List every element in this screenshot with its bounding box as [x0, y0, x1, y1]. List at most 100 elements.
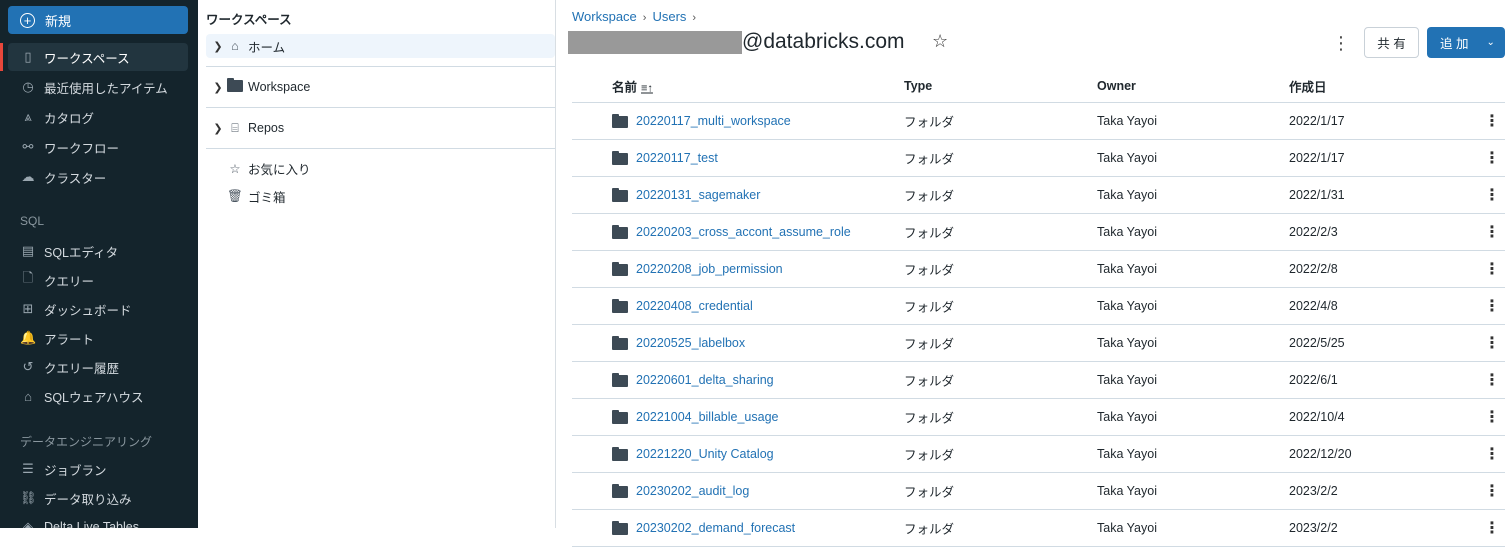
tree-item-workspace[interactable]: ❯ Workspace [206, 75, 555, 99]
folder-name-link[interactable]: 20221220_Unity Catalog [636, 447, 774, 461]
date-cell: 2023/2/2 [1289, 521, 1338, 535]
row-menu-icon[interactable]: ⋮ [1484, 222, 1500, 242]
date-cell: 2022/12/20 [1289, 447, 1352, 461]
ingest-icon: ⛓ [20, 490, 37, 505]
delta-icon: ◈ [23, 519, 33, 528]
job-runs-icon: ☰ [22, 461, 34, 476]
sidebar-item-label: カタログ [44, 111, 95, 126]
add-button[interactable]: 追 加 ⌄ [1427, 27, 1505, 58]
folder-name-link[interactable]: 20230202_demand_forecast [636, 521, 795, 535]
folder-icon [612, 373, 628, 390]
folder-name-link[interactable]: 20221004_billable_usage [636, 410, 779, 424]
tree-item-repos[interactable]: ❯ ⌸ Repos [206, 116, 555, 140]
row-menu-icon[interactable]: ⋮ [1484, 333, 1500, 353]
type-cell: フォルダ [904, 337, 955, 352]
tree-item-home[interactable]: ❯ ⌂ ホーム [206, 34, 555, 58]
table-row[interactable]: 20230202_audit_log フォルダ Taka Yayoi 2023/2/2… [572, 473, 1505, 510]
sidebar-item[interactable]: ⛓ データ取り込み [8, 484, 188, 512]
folder-name-link[interactable]: 20220117_test [636, 151, 718, 165]
sort-icon[interactable]: ≡↑ [641, 83, 653, 95]
owner-cell: Taka Yayoi [1097, 262, 1157, 276]
sidebar-item[interactable]: 🔔 アラート [8, 324, 188, 352]
tree-item-trash[interactable]: 🗑 ゴミ箱 [206, 184, 555, 208]
sidebar-item[interactable]: ↺ クエリー履歴 [8, 353, 188, 381]
more-options-icon[interactable]: ⋮ [1332, 33, 1350, 54]
row-menu-icon[interactable]: ⋮ [1484, 481, 1500, 501]
sidebar-item-label: ジョブラン [44, 463, 107, 478]
row-menu-icon[interactable]: ⋮ [1484, 370, 1500, 390]
folder-name-link[interactable]: 20220525_labelbox [636, 336, 745, 350]
share-button[interactable]: 共 有 [1364, 27, 1419, 58]
row-menu-icon[interactable]: ⋮ [1484, 518, 1500, 538]
row-menu-icon[interactable]: ⋮ [1484, 111, 1500, 131]
breadcrumb-workspace[interactable]: Workspace [572, 9, 637, 24]
chevron-right-icon: › [642, 12, 647, 24]
table-header: 名前 ≡↑ Type Owner 作成日 [572, 70, 1505, 103]
folder-name-link[interactable]: 20220117_multi_workspace [636, 114, 791, 128]
folder-name-link[interactable]: 20220601_delta_sharing [636, 373, 774, 387]
chevron-right-icon[interactable]: ❯ [206, 81, 226, 94]
row-menu-icon[interactable]: ⋮ [1484, 185, 1500, 205]
owner-cell: Taka Yayoi [1097, 299, 1157, 313]
table-row[interactable]: 20221220_Unity Catalog フォルダ Taka Yayoi 2022… [572, 436, 1505, 473]
sidebar-item[interactable]: ⌂ SQLウェアハウス [8, 382, 188, 410]
table-row[interactable]: 20230202_demand_forecast フォルダ Taka Yayoi 20… [572, 510, 1505, 547]
bell-icon: 🔔 [20, 330, 37, 345]
table-row[interactable]: 20220408_credential フォルダ Taka Yayoi 2022/4/… [572, 288, 1505, 325]
table-row[interactable]: 20220525_labelbox フォルダ Taka Yayoi 2022/5/25… [572, 325, 1505, 362]
column-header-owner[interactable]: Owner [1097, 79, 1136, 93]
sidebar-item[interactable]: ◷ 最近使用したアイテム [8, 73, 188, 101]
folder-name-link[interactable]: 20220131_sagemaker [636, 188, 760, 202]
column-header-type[interactable]: Type [904, 79, 932, 93]
folder-name-link[interactable]: 20220203_cross_accont_assume_role [636, 225, 851, 239]
table-row[interactable]: 20221004_billable_usage フォルダ Taka Yayoi 202… [572, 399, 1505, 436]
column-header-name[interactable]: 名前 ≡↑ [612, 77, 653, 96]
sidebar-item[interactable]: ⚯ ワークフロー [8, 133, 188, 161]
sidebar-item[interactable]: ▯ ワークスペース [8, 43, 188, 71]
breadcrumb-users[interactable]: Users [652, 9, 686, 24]
sidebar-item-label: クラスター [44, 171, 107, 186]
type-cell: フォルダ [904, 485, 955, 500]
tree-item-favorites[interactable]: ☆ お気に入り [206, 156, 555, 180]
sidebar-item[interactable]: ◈ Delta Live Tables [8, 513, 188, 528]
new-button[interactable]: + 新規 [8, 6, 188, 34]
star-icon: ☆ [229, 161, 241, 176]
sidebar-item-label: ワークスペース [44, 51, 130, 66]
sidebar-item-label: 最近使用したアイテム [44, 81, 168, 96]
redacted-username [568, 31, 742, 54]
folder-name-link[interactable]: 20220408_credential [636, 299, 753, 313]
date-cell: 2022/1/17 [1289, 151, 1345, 165]
table-row[interactable]: 20220203_cross_accont_assume_role フォルダ Tak… [572, 214, 1505, 251]
sidebar-item[interactable]: ⊞ ダッシュボード [8, 295, 188, 323]
sidebar-item[interactable]: 🗋 クエリー [8, 266, 188, 294]
chevron-right-icon[interactable]: ❯ [206, 122, 226, 135]
folder-name-link[interactable]: 20220208_job_permission [636, 262, 783, 276]
sidebar-item[interactable]: ▤ SQLエディタ [8, 237, 188, 265]
date-cell: 2022/1/31 [1289, 188, 1345, 202]
folder-icon [612, 447, 628, 464]
table-row[interactable]: 20220601_delta_sharing フォルダ Taka Yayoi 2022… [572, 362, 1505, 399]
table-row[interactable]: 20220117_multi_workspace フォルダ Taka Yayoi 20… [572, 103, 1505, 140]
table-row[interactable]: 20220117_test フォルダ Taka Yayoi 2022/1/17 ⋮ [572, 140, 1505, 177]
row-menu-icon[interactable]: ⋮ [1484, 296, 1500, 316]
table-row[interactable]: 20220208_job_permission フォルダ Taka Yayoi 202… [572, 251, 1505, 288]
sidebar-item[interactable]: ⩓ カタログ [8, 103, 188, 131]
sidebar-item[interactable]: ☰ ジョブラン [8, 455, 188, 483]
table-row[interactable]: 20220131_sagemaker フォルダ Taka Yayoi 2022/1/3… [572, 177, 1505, 214]
folder-icon [612, 484, 628, 501]
row-menu-icon[interactable]: ⋮ [1484, 148, 1500, 168]
favorite-star-icon[interactable]: ☆ [932, 31, 948, 52]
row-menu-icon[interactable]: ⋮ [1484, 407, 1500, 427]
row-menu-icon[interactable]: ⋮ [1484, 259, 1500, 279]
sidebar-item[interactable]: ☁ クラスター [8, 163, 188, 191]
row-menu-icon[interactable]: ⋮ [1484, 444, 1500, 464]
date-cell: 2022/4/8 [1289, 299, 1338, 313]
date-cell: 2022/2/8 [1289, 262, 1338, 276]
type-cell: フォルダ [904, 189, 955, 204]
folder-name-link[interactable]: 20230202_audit_log [636, 484, 749, 498]
section-label: SQL [20, 214, 45, 228]
type-cell: フォルダ [904, 152, 955, 167]
sidebar-item-label: クエリー [44, 274, 95, 289]
column-header-date[interactable]: 作成日 [1289, 77, 1327, 96]
chevron-right-icon[interactable]: ❯ [206, 40, 226, 53]
